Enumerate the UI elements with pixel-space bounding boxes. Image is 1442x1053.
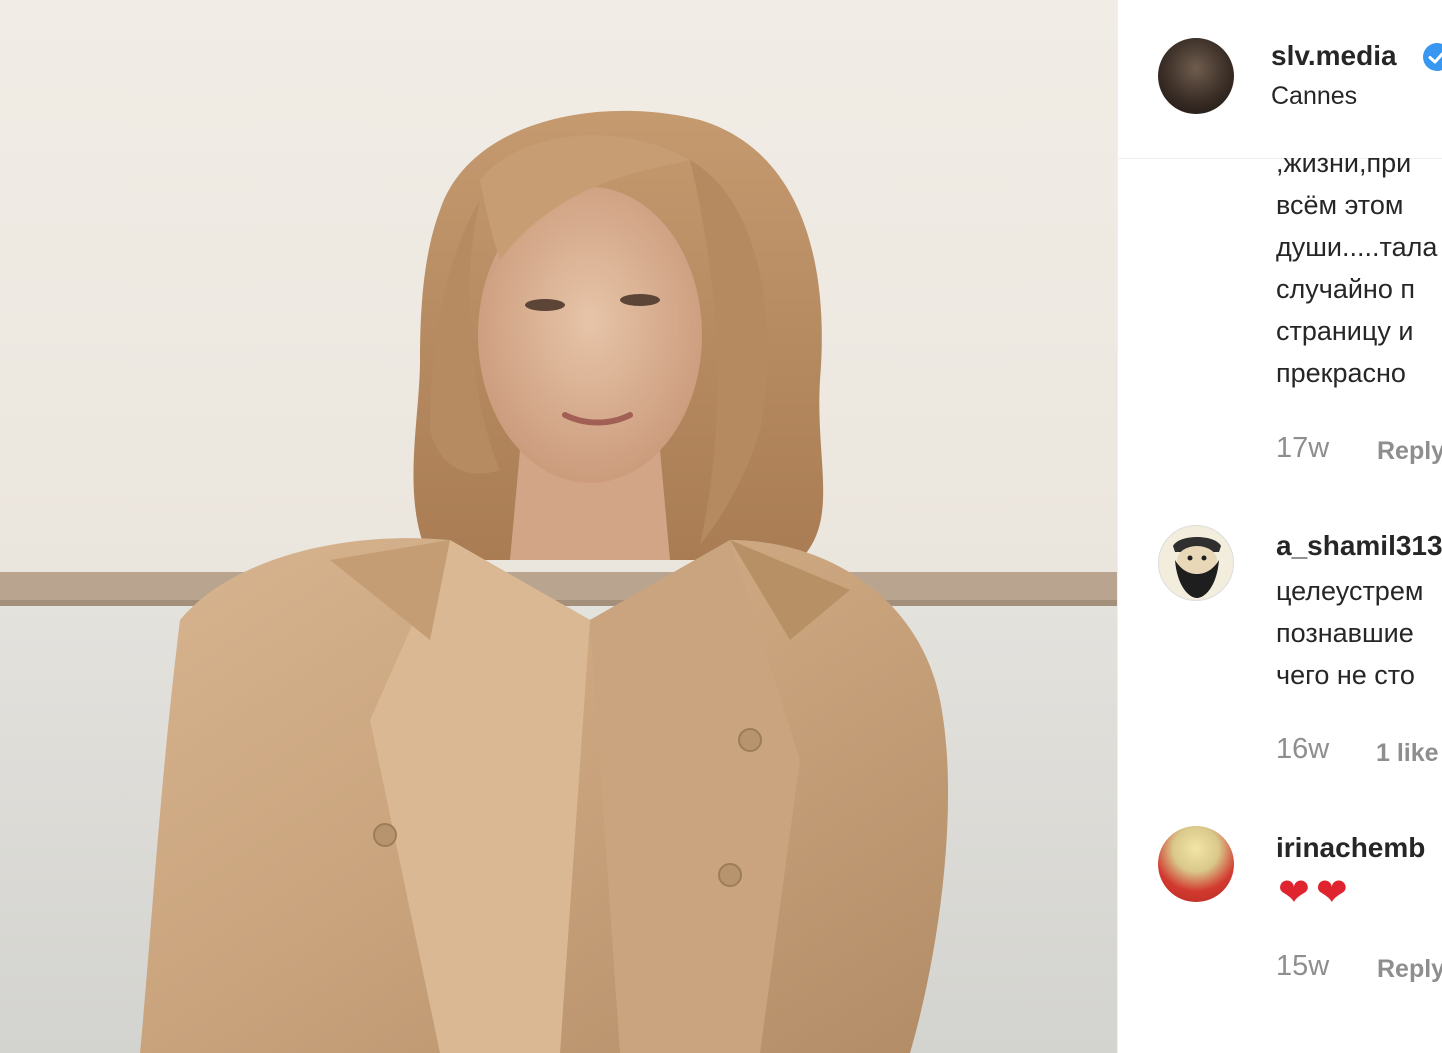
comment-text-line: ,жизни,при — [1276, 148, 1412, 178]
instagram-post-view: slv.media Cannes ,жизни,при всём этом ду… — [0, 0, 1442, 1053]
comment-age[interactable]: 16w — [1276, 733, 1329, 766]
post-photo[interactable] — [0, 0, 1117, 1053]
comment-text-line: случайно п — [1276, 274, 1415, 304]
verified-badge-icon — [1423, 43, 1442, 71]
post-header: slv.media Cannes — [1118, 0, 1442, 159]
reply-button[interactable]: Reply — [1377, 437, 1442, 466]
comment-age[interactable]: 17w — [1276, 432, 1329, 465]
post-location[interactable]: Cannes — [1271, 82, 1357, 111]
comment-text-line: души.....тала — [1276, 232, 1438, 262]
author-username[interactable]: slv.media — [1271, 40, 1397, 72]
comment-text-line: познавшие — [1276, 618, 1414, 648]
comment-text-line: страницу и — [1276, 316, 1414, 346]
comment-text-line: чего не сто — [1276, 660, 1415, 690]
reply-button[interactable]: Reply — [1377, 955, 1442, 984]
bearded-man-icon — [1173, 537, 1221, 598]
commenter-avatar[interactable] — [1158, 826, 1234, 902]
post-side-panel: slv.media Cannes ,жизни,при всём этом ду… — [1117, 0, 1442, 1053]
heart-emoji-comment: ❤❤ — [1278, 872, 1354, 914]
commenter-username[interactable]: irinachemb — [1276, 832, 1425, 864]
comment-likes[interactable]: 1 like — [1376, 739, 1439, 768]
comment-text-line: прекрасно — [1276, 358, 1406, 388]
commenter-avatar[interactable] — [1158, 525, 1234, 601]
comment-age[interactable]: 15w — [1276, 950, 1329, 983]
commenter-username[interactable]: a_shamil313 — [1276, 530, 1442, 562]
comment-text-line: целеустрем — [1276, 576, 1424, 606]
post-photo-illustration — [0, 110, 1117, 1053]
author-avatar[interactable] — [1158, 38, 1234, 114]
comment-text-line: всём этом — [1276, 190, 1404, 220]
